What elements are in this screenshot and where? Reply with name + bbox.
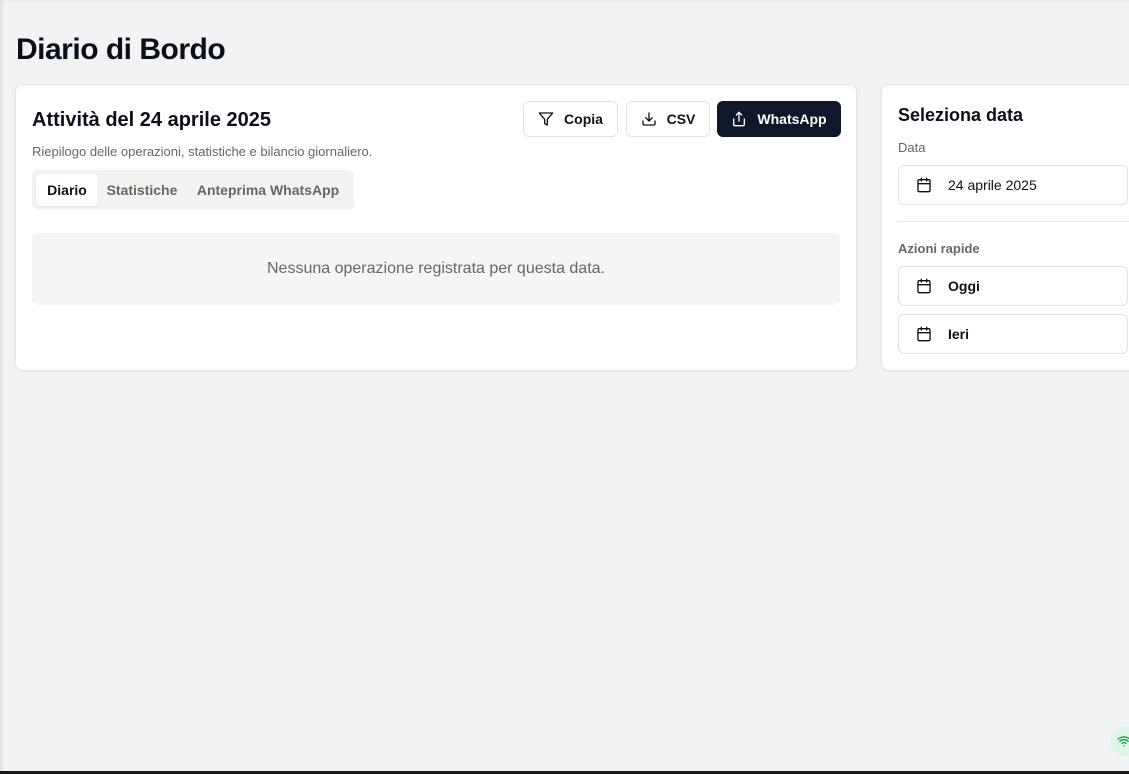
- whatsapp-button-label: WhatsApp: [757, 111, 827, 127]
- yesterday-button[interactable]: Ieri: [898, 314, 1128, 354]
- activity-subtitle: Riepilogo delle operazioni, statistiche …: [32, 144, 373, 159]
- view-tabs: Diario Statistiche Anteprima WhatsApp: [32, 170, 354, 210]
- tab-diario[interactable]: Diario: [36, 174, 98, 206]
- calendar-icon: [917, 326, 931, 342]
- copy-button-label: Copia: [564, 111, 603, 127]
- empty-state-message: Nessuna operazione registrata per questa…: [267, 260, 605, 277]
- today-button[interactable]: Oggi: [898, 266, 1128, 306]
- date-selector-card: Seleziona data Data 24 aprile 2025 Azion…: [881, 84, 1129, 371]
- empty-state: Nessuna operazione registrata per questa…: [32, 233, 840, 305]
- date-value: 24 aprile 2025: [948, 177, 1037, 193]
- window-top-edge: [0, 0, 1129, 3]
- today-button-label: Oggi: [948, 278, 980, 294]
- date-selector-title: Seleziona data: [898, 105, 1024, 125]
- activity-title: Attività del 24 aprile 2025: [32, 109, 272, 131]
- divider: [898, 221, 1129, 222]
- filter-icon: [538, 112, 554, 126]
- whatsapp-button[interactable]: WhatsApp: [717, 101, 841, 137]
- connection-status-badge[interactable]: [1110, 726, 1129, 756]
- csv-button-label: CSV: [666, 111, 696, 127]
- date-picker-button[interactable]: 24 aprile 2025: [898, 165, 1128, 205]
- date-label: Data: [898, 140, 926, 155]
- activity-card: Attività del 24 aprile 2025 Riepilogo de…: [15, 84, 857, 371]
- calendar-icon: [917, 278, 931, 294]
- tab-anteprima-whatsapp[interactable]: Anteprima WhatsApp: [186, 174, 350, 206]
- yesterday-button-label: Ieri: [948, 326, 970, 342]
- share-upload-icon: [733, 111, 746, 127]
- copy-button[interactable]: Copia: [523, 101, 618, 137]
- page-title: Diario di Bordo: [16, 33, 226, 66]
- window-left-edge: [0, 0, 3, 774]
- download-icon: [641, 112, 656, 126]
- calendar-icon: [917, 177, 931, 193]
- csv-button[interactable]: CSV: [626, 101, 710, 137]
- wifi-icon: [1117, 736, 1129, 747]
- quick-actions-label: Azioni rapide: [898, 241, 980, 256]
- tab-statistiche[interactable]: Statistiche: [102, 174, 182, 206]
